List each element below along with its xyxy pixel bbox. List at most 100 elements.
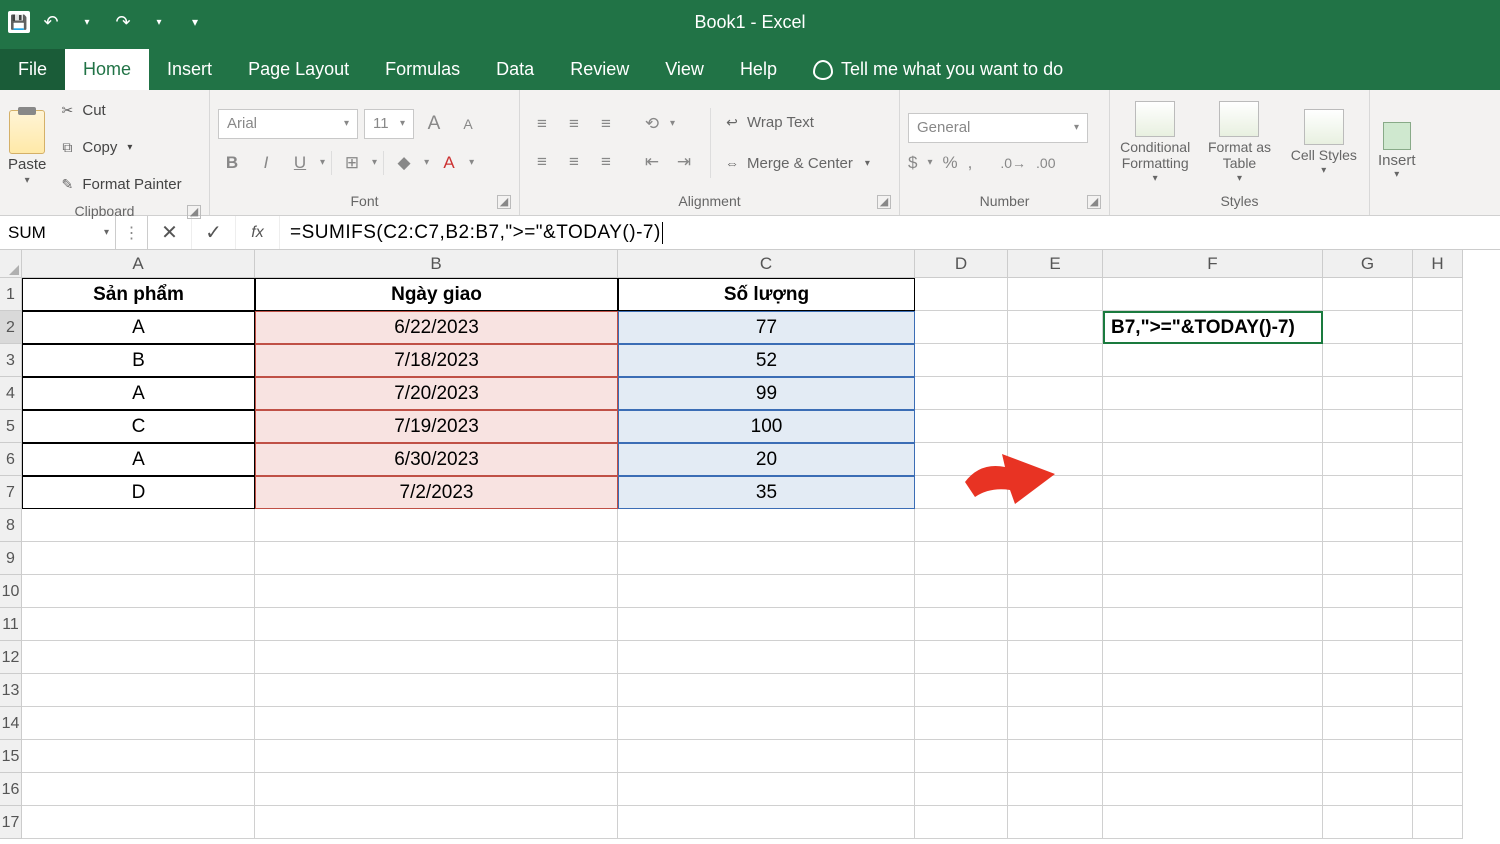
cell-D3[interactable] (915, 344, 1008, 377)
col-header-E[interactable]: E (1008, 250, 1103, 277)
align-left-icon[interactable]: ≡ (528, 148, 556, 176)
cell-C3[interactable]: 52 (618, 344, 915, 377)
tab-insert[interactable]: Insert (149, 49, 230, 90)
cell-F4[interactable] (1103, 377, 1323, 410)
decrease-font-icon[interactable]: A (454, 110, 482, 138)
cell-F5[interactable] (1103, 410, 1323, 443)
cell-B10[interactable] (255, 575, 618, 608)
cell-H9[interactable] (1413, 542, 1463, 575)
row-header-8[interactable]: 8 (0, 509, 21, 542)
font-name-combo[interactable]: Arial▾ (218, 109, 358, 139)
cell-C13[interactable] (618, 674, 915, 707)
increase-indent-icon[interactable]: ⇥ (670, 148, 698, 176)
insert-cells-button[interactable]: Insert ▾ (1378, 122, 1416, 180)
alignment-dialog-icon[interactable]: ◢ (877, 195, 891, 209)
cell-H15[interactable] (1413, 740, 1463, 773)
wrap-text-button[interactable]: ↩Wrap Text (723, 106, 870, 139)
cell-H8[interactable] (1413, 509, 1463, 542)
row-header-13[interactable]: 13 (0, 674, 21, 707)
row-header-2[interactable]: 2 (0, 311, 21, 344)
cell-F16[interactable] (1103, 773, 1323, 806)
cell-H1[interactable] (1413, 278, 1463, 311)
cell-G11[interactable] (1323, 608, 1413, 641)
undo-dropdown-icon[interactable]: ▾ (72, 7, 102, 37)
cell-C7[interactable]: 35 (618, 476, 915, 509)
cell-H4[interactable] (1413, 377, 1463, 410)
cell-H14[interactable] (1413, 707, 1463, 740)
cell-D9[interactable] (915, 542, 1008, 575)
cell-F2[interactable]: B7,">="&TODAY()-7) (1103, 311, 1323, 344)
cell-F15[interactable] (1103, 740, 1323, 773)
align-bottom-icon[interactable]: ≡ (592, 110, 620, 138)
worksheet-grid[interactable]: ABCDEFGH 1234567891011121314151617 Sản p… (0, 250, 1500, 844)
cell-C6[interactable]: 20 (618, 443, 915, 476)
font-size-combo[interactable]: 11▾ (364, 109, 414, 139)
row-header-17[interactable]: 17 (0, 806, 21, 839)
decrease-indent-icon[interactable]: ⇤ (638, 148, 666, 176)
cell-A9[interactable] (22, 542, 255, 575)
cell-E2[interactable] (1008, 311, 1103, 344)
cell-A6[interactable]: A (22, 443, 255, 476)
cell-styles-button[interactable]: Cell Styles▾ (1287, 109, 1361, 176)
cell-A4[interactable]: A (22, 377, 255, 410)
cell-D11[interactable] (915, 608, 1008, 641)
row-header-5[interactable]: 5 (0, 410, 21, 443)
align-right-icon[interactable]: ≡ (592, 148, 620, 176)
cell-C1[interactable]: Số lượng (618, 278, 915, 311)
italic-button[interactable]: I (252, 149, 280, 177)
tab-formulas[interactable]: Formulas (367, 49, 478, 90)
cut-button[interactable]: ✂Cut (58, 94, 181, 127)
cell-B9[interactable] (255, 542, 618, 575)
cell-F9[interactable] (1103, 542, 1323, 575)
cell-F8[interactable] (1103, 509, 1323, 542)
tab-data[interactable]: Data (478, 49, 552, 90)
cell-G14[interactable] (1323, 707, 1413, 740)
cell-F13[interactable] (1103, 674, 1323, 707)
cell-G7[interactable] (1323, 476, 1413, 509)
cell-E1[interactable] (1008, 278, 1103, 311)
paste-button[interactable]: Paste ▾ (8, 110, 46, 186)
bold-button[interactable]: B (218, 149, 246, 177)
cell-E17[interactable] (1008, 806, 1103, 839)
cell-C15[interactable] (618, 740, 915, 773)
cell-B12[interactable] (255, 641, 618, 674)
tab-help[interactable]: Help (722, 49, 795, 90)
cell-D1[interactable] (915, 278, 1008, 311)
insert-function-button[interactable]: fx (236, 216, 280, 249)
cell-B7[interactable]: 7/2/2023 (255, 476, 618, 509)
cell-C14[interactable] (618, 707, 915, 740)
cell-E13[interactable] (1008, 674, 1103, 707)
cell-B16[interactable] (255, 773, 618, 806)
merge-center-button[interactable]: ⇔Merge & Center▾ (723, 147, 870, 180)
number-format-combo[interactable]: General▾ (908, 113, 1088, 143)
cell-A7[interactable]: D (22, 476, 255, 509)
col-header-B[interactable]: B (255, 250, 618, 277)
cell-A8[interactable] (22, 509, 255, 542)
cell-C17[interactable] (618, 806, 915, 839)
cell-G17[interactable] (1323, 806, 1413, 839)
cell-C12[interactable] (618, 641, 915, 674)
cell-C2[interactable]: 77 (618, 311, 915, 344)
cell-A5[interactable]: C (22, 410, 255, 443)
comma-icon[interactable]: , (968, 153, 973, 173)
cell-A2[interactable]: A (22, 311, 255, 344)
cell-area[interactable]: Sản phẩmNgày giaoSố lượngA6/22/202377B7,… (22, 278, 1463, 839)
cell-G12[interactable] (1323, 641, 1413, 674)
cell-D8[interactable] (915, 509, 1008, 542)
cell-C10[interactable] (618, 575, 915, 608)
cell-E11[interactable] (1008, 608, 1103, 641)
redo-icon[interactable]: ↷ (108, 7, 138, 37)
cell-G5[interactable] (1323, 410, 1413, 443)
font-dialog-icon[interactable]: ◢ (497, 195, 511, 209)
cell-F3[interactable] (1103, 344, 1323, 377)
cell-D12[interactable] (915, 641, 1008, 674)
undo-icon[interactable]: ↶ (36, 7, 66, 37)
redo-dropdown-icon[interactable]: ▾ (144, 7, 174, 37)
cell-A10[interactable] (22, 575, 255, 608)
cell-F7[interactable] (1103, 476, 1323, 509)
decrease-decimal-icon[interactable]: .00 (1036, 155, 1055, 171)
cell-E16[interactable] (1008, 773, 1103, 806)
align-top-icon[interactable]: ≡ (528, 110, 556, 138)
col-header-A[interactable]: A (22, 250, 255, 277)
cell-G13[interactable] (1323, 674, 1413, 707)
